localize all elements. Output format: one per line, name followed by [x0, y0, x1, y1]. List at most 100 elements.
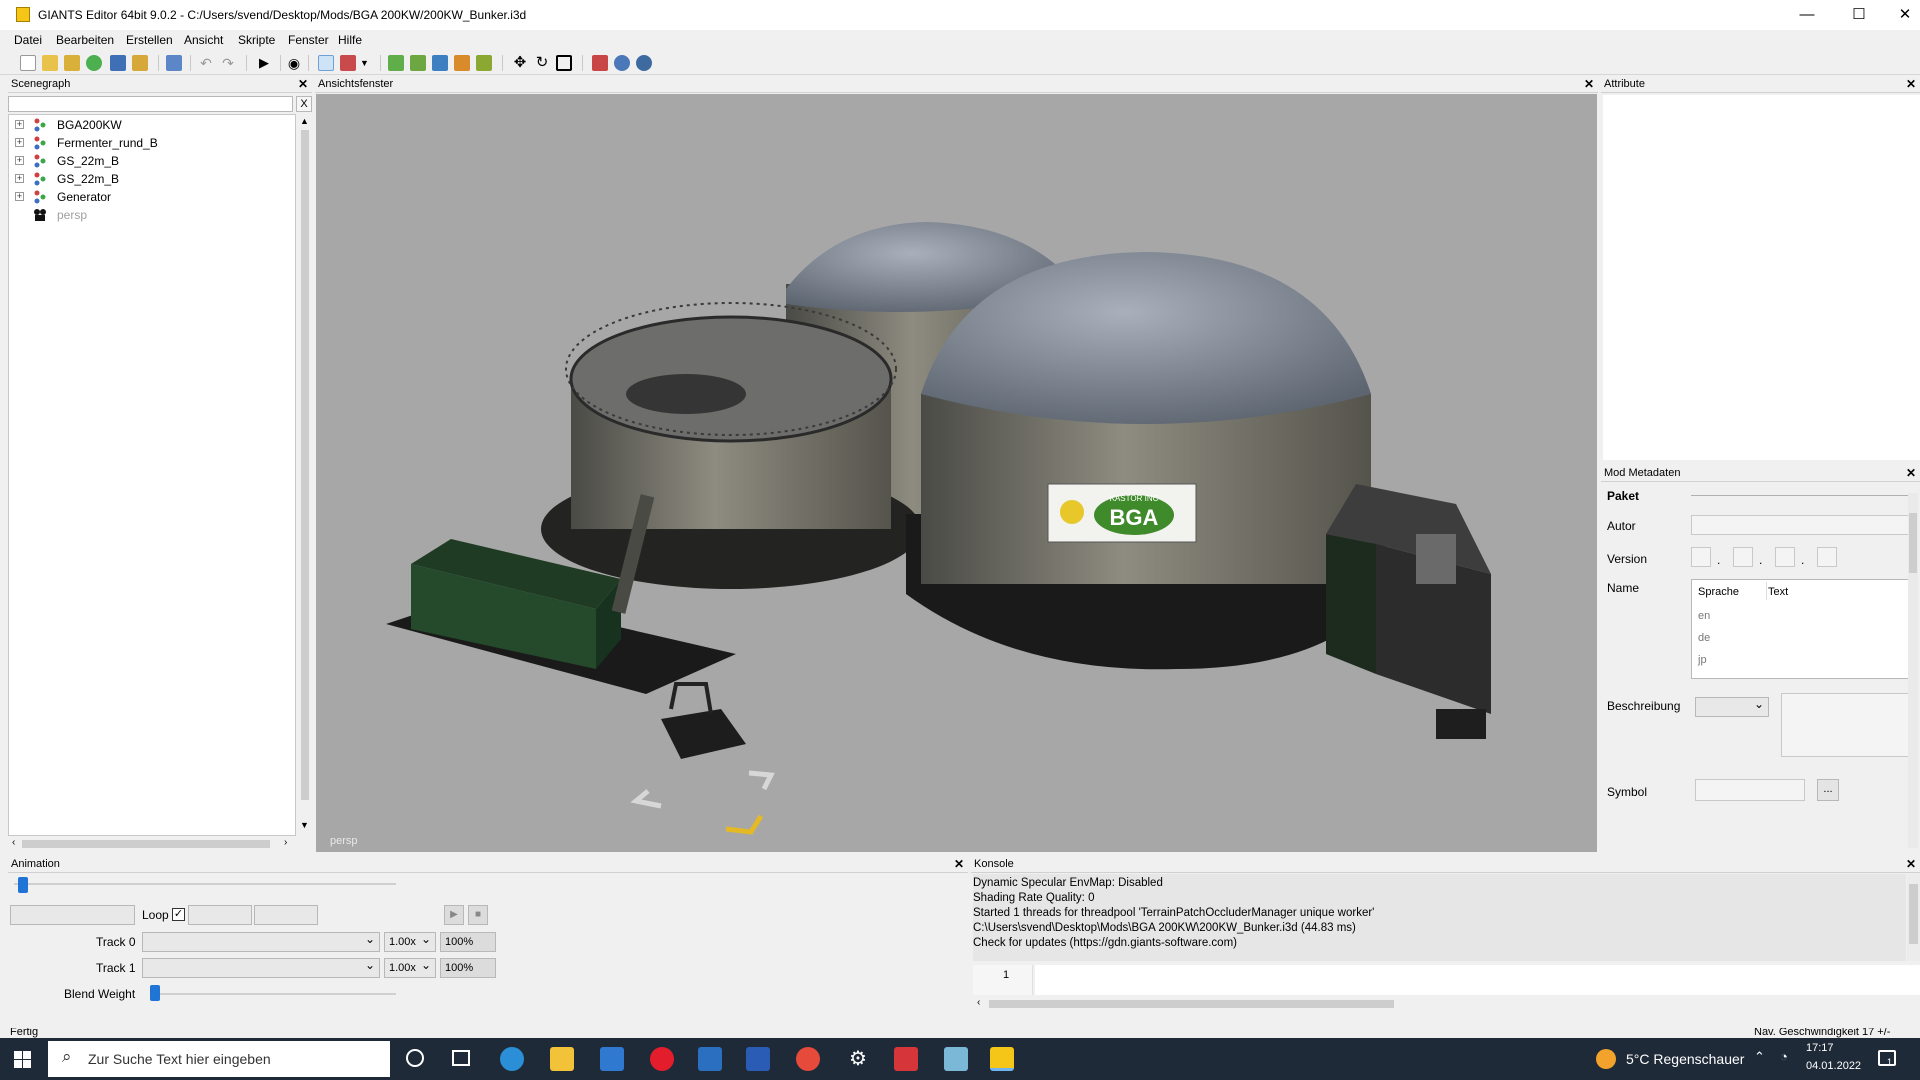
scenegraph-horizontal-scrollbar[interactable]: ‹ › — [8, 837, 296, 851]
navigation-icon[interactable] — [614, 55, 630, 71]
paint-icon[interactable] — [432, 55, 448, 71]
symbol-browse-button[interactable]: ... — [1817, 779, 1839, 801]
export-icon[interactable] — [132, 55, 148, 71]
menu-ansicht[interactable]: Ansicht — [184, 33, 223, 47]
chrome-icon[interactable] — [796, 1047, 820, 1071]
lua-command-input[interactable] — [1035, 965, 1920, 995]
version-patch-input[interactable] — [1775, 547, 1795, 567]
acrobat-icon[interactable] — [894, 1047, 918, 1071]
wifi-icon[interactable]: ◔ — [1780, 1049, 1788, 1064]
close-icon[interactable]: ✕ — [1584, 77, 1594, 91]
beschreibung-language-select[interactable] — [1695, 697, 1769, 717]
edge-icon[interactable] — [500, 1047, 524, 1071]
eye-icon[interactable]: ◉ — [286, 55, 302, 71]
open-folder-icon[interactable] — [42, 55, 58, 71]
tree-item-fermenter[interactable]: + Fermenter_rund_B — [9, 134, 297, 152]
blend-weight-track[interactable] — [154, 993, 396, 995]
scroll-down-icon[interactable]: ▼ — [300, 820, 309, 830]
settings-icon[interactable] — [636, 55, 652, 71]
autor-input[interactable] — [1691, 515, 1911, 535]
weather-icon[interactable] — [1596, 1049, 1616, 1069]
tree-item-gs22m-2[interactable]: + GS_22m_B — [9, 170, 297, 188]
tree-item-persp[interactable]: persp — [9, 206, 297, 224]
name-table[interactable]: Sprache Text en de jp — [1691, 579, 1913, 679]
close-icon[interactable]: ✕ — [1906, 77, 1916, 91]
new-file-icon[interactable] — [20, 55, 36, 71]
scrollbar-thumb[interactable] — [301, 130, 309, 800]
metadata-scrollbar[interactable] — [1908, 493, 1918, 848]
expand-icon[interactable]: + — [15, 174, 24, 183]
timeline-slider-handle[interactable] — [18, 877, 28, 893]
terrain-icon[interactable] — [388, 55, 404, 71]
expand-icon[interactable]: + — [15, 192, 24, 201]
clock-time[interactable]: 17:17 — [1806, 1042, 1834, 1054]
menu-hilfe[interactable]: Hilfe — [338, 33, 362, 47]
symbol-input[interactable] — [1695, 779, 1805, 801]
scrollbar-thumb[interactable] — [1909, 884, 1918, 944]
animation-start-field[interactable] — [188, 905, 252, 925]
close-window-button[interactable]: ✕ — [1882, 0, 1920, 30]
tray-chevron-icon[interactable]: ⌃ — [1754, 1049, 1765, 1065]
console-scrollbar[interactable] — [1907, 874, 1920, 961]
track1-select[interactable] — [142, 958, 380, 978]
loop-checkbox[interactable]: ✓ — [172, 908, 185, 921]
version-build-input[interactable] — [1817, 547, 1837, 567]
console-horizontal-scrollbar[interactable]: ‹ — [973, 997, 1920, 1011]
windows-start-icon[interactable] — [14, 1051, 31, 1068]
tree-item-bga200kw[interactable]: + BGA200KW — [9, 116, 297, 134]
plant-icon[interactable] — [476, 55, 492, 71]
scroll-up-icon[interactable]: ▲ — [300, 116, 309, 126]
animation-clip-field[interactable] — [10, 905, 135, 925]
brush-tool-icon[interactable] — [340, 55, 356, 71]
expand-icon[interactable]: + — [15, 138, 24, 147]
render-icon[interactable] — [592, 55, 608, 71]
track1-speed-select[interactable]: 1.00x — [384, 958, 436, 978]
scenegraph-vertical-scrollbar[interactable]: ▲ ▼ — [298, 114, 312, 836]
import-icon[interactable] — [166, 55, 182, 71]
track0-select[interactable] — [142, 932, 380, 952]
word-icon[interactable] — [746, 1047, 770, 1071]
version-major-input[interactable] — [1691, 547, 1711, 567]
notification-icon[interactable]: 1 — [1878, 1050, 1896, 1067]
scroll-left-icon[interactable]: ‹ — [977, 997, 980, 1008]
scroll-right-icon[interactable]: › — [284, 837, 287, 848]
expand-icon[interactable]: + — [15, 120, 24, 129]
clock-date[interactable]: 04.01.2022 — [1806, 1060, 1861, 1072]
menu-datei[interactable]: Datei — [14, 33, 42, 47]
scrollbar-thumb[interactable] — [22, 840, 270, 848]
version-minor-input[interactable] — [1733, 547, 1753, 567]
animation-end-field[interactable] — [254, 905, 318, 925]
scale-icon[interactable] — [556, 55, 572, 71]
lang-cell[interactable]: de — [1698, 632, 1710, 644]
save-icon[interactable] — [110, 55, 126, 71]
menu-erstellen[interactable]: Erstellen — [126, 33, 173, 47]
store-icon[interactable] — [698, 1047, 722, 1071]
maximize-button[interactable]: ☐ — [1836, 0, 1882, 30]
scrollbar-thumb[interactable] — [1909, 513, 1917, 573]
minimize-button[interactable]: — — [1784, 0, 1830, 30]
blend-weight-slider-handle[interactable] — [150, 985, 160, 1001]
track1-percent[interactable]: 100% — [440, 958, 496, 978]
rotate-icon[interactable]: ↻ — [534, 55, 550, 71]
dropdown-arrow-icon[interactable]: ▼ — [360, 55, 376, 71]
close-icon[interactable]: ✕ — [298, 77, 308, 91]
scroll-left-icon[interactable]: ‹ — [12, 837, 15, 848]
scrollbar-thumb[interactable] — [989, 1000, 1394, 1008]
opera-icon[interactable] — [650, 1047, 674, 1071]
close-icon[interactable]: ✕ — [954, 857, 964, 871]
timeline-track[interactable] — [14, 883, 396, 885]
stop-animation-button[interactable]: ■ — [468, 905, 488, 925]
taskbar-search-box[interactable]: ⌕ Zur Suche Text hier eingeben — [48, 1041, 390, 1077]
close-icon[interactable]: ✕ — [1906, 857, 1916, 871]
height-icon[interactable] — [454, 55, 470, 71]
track0-speed-select[interactable]: 1.00x — [384, 932, 436, 952]
scenegraph-filter-input[interactable] — [8, 96, 293, 112]
beschreibung-textarea[interactable] — [1781, 693, 1913, 757]
notes-icon[interactable] — [944, 1047, 968, 1071]
menu-bearbeiten[interactable]: Bearbeiten — [56, 33, 114, 47]
lang-cell[interactable]: jp — [1698, 654, 1707, 666]
menu-fenster[interactable]: Fenster — [288, 33, 329, 47]
menu-skripte[interactable]: Skripte — [238, 33, 275, 47]
3d-viewport[interactable]: KASTOR INC BGA persp — [316, 94, 1597, 852]
play-icon[interactable]: ▶ — [256, 55, 272, 71]
